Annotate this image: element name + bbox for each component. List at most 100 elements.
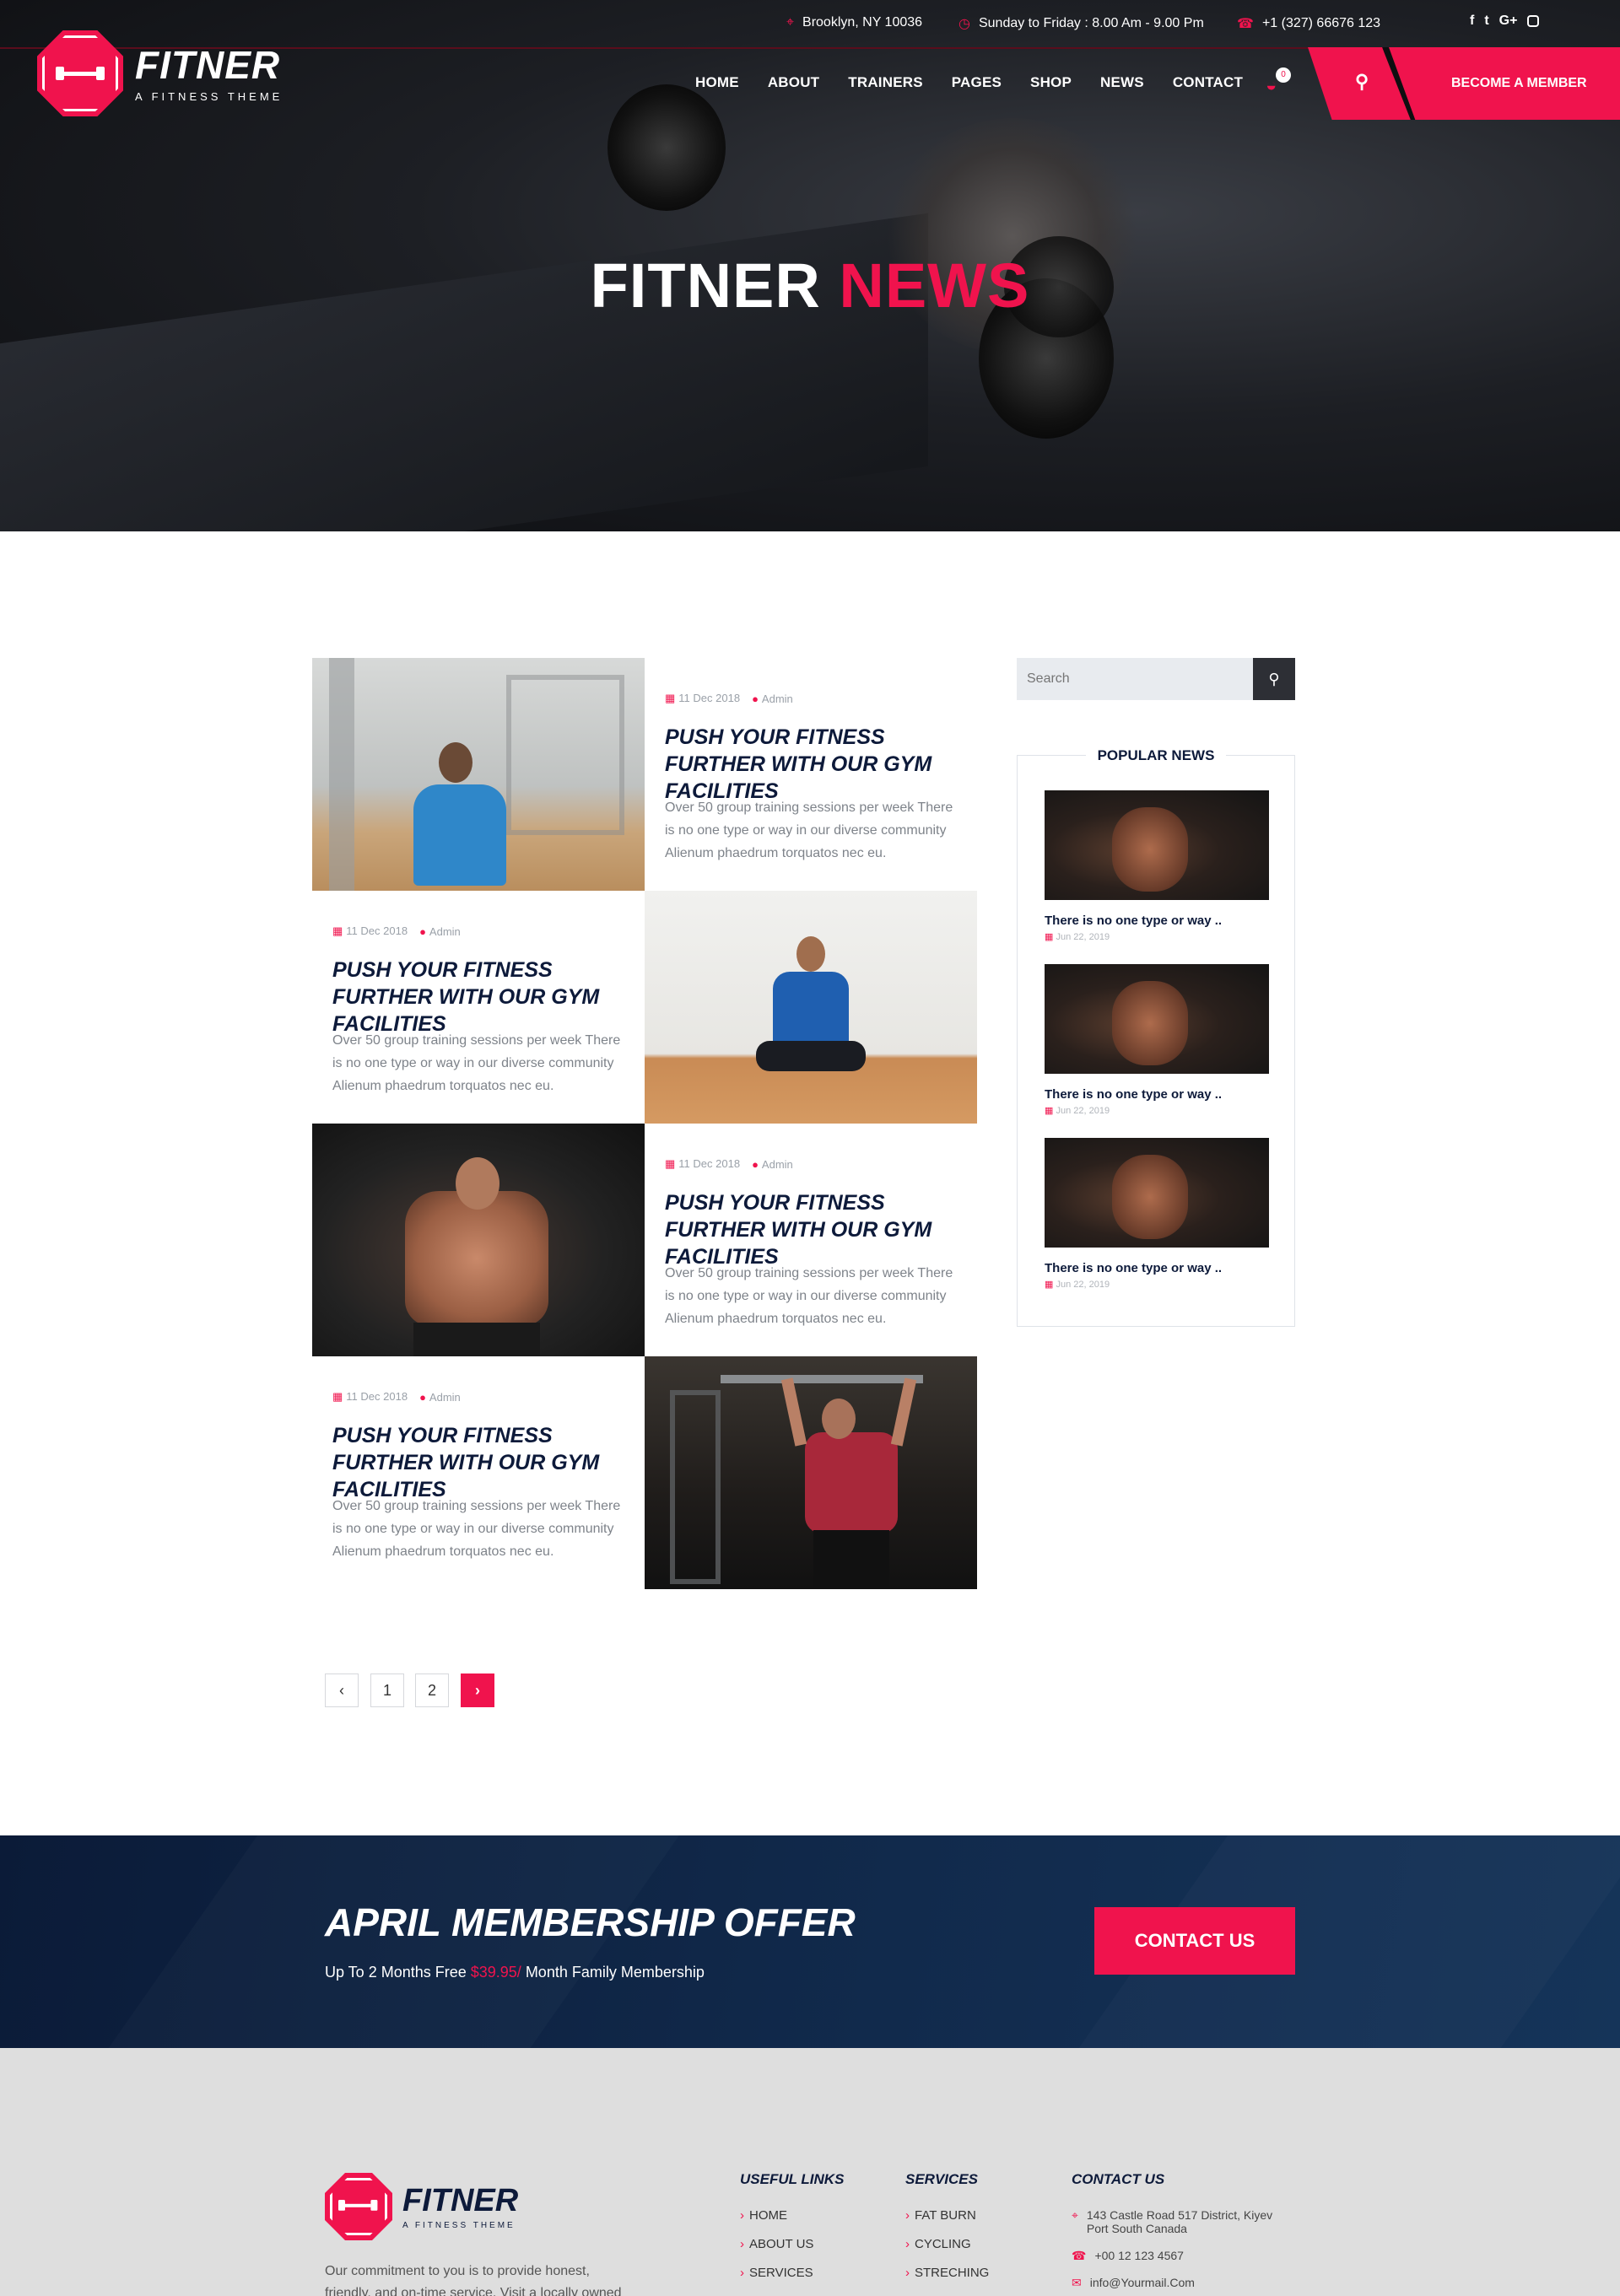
- cart-button[interactable]: ◒ 0: [1266, 67, 1291, 96]
- post-author[interactable]: Admin: [762, 1158, 793, 1171]
- popular-news-image[interactable]: [1045, 790, 1269, 900]
- popular-news-image[interactable]: [1045, 964, 1269, 1074]
- athlete-head: [456, 1157, 500, 1210]
- post-image[interactable]: [645, 891, 977, 1124]
- pagination-prev-button[interactable]: ‹: [325, 1673, 359, 1707]
- address-text: Brooklyn, NY 10036: [802, 15, 923, 30]
- footer-logo-name: FITNER: [402, 2182, 519, 2218]
- post-image[interactable]: [312, 1124, 645, 1356]
- popular-news-item[interactable]: There is no one type or way .. ▦ Jun 22,…: [1045, 790, 1269, 942]
- nav-news[interactable]: NEWS: [1100, 74, 1144, 91]
- post-image[interactable]: [312, 658, 645, 891]
- footer-link-home[interactable]: › HOME: [740, 2208, 844, 2223]
- offer-price: $39.95/: [470, 1964, 521, 1981]
- footer-service-fat-burn[interactable]: › FAT BURN: [905, 2208, 989, 2223]
- popular-news-image[interactable]: [1045, 1138, 1269, 1248]
- map-pin-icon: ⌖: [786, 15, 795, 30]
- search-icon: ⚲: [1355, 71, 1369, 92]
- post-image[interactable]: [645, 1356, 977, 1589]
- calendar-icon: ▦: [665, 692, 676, 704]
- cart-count-badge: 0: [1276, 67, 1291, 83]
- post-date: 11 Dec 2018: [678, 692, 741, 704]
- post-excerpt: Over 50 group training sessions per week…: [665, 800, 953, 860]
- athlete-torso: [805, 1432, 898, 1533]
- popular-news-date: ▦ Jun 22, 2019: [1045, 1280, 1110, 1290]
- post-title[interactable]: PUSH YOUR FITNESS FURTHER WITH OUR GYM F…: [332, 957, 636, 1038]
- nav-contact[interactable]: CONTACT: [1173, 74, 1243, 91]
- cart-icon: ◒: [1266, 74, 1277, 95]
- logo-name: FITNER: [135, 42, 281, 87]
- footer-link-services[interactable]: › SERVICES: [740, 2266, 844, 2280]
- athlete-figure: [413, 784, 506, 886]
- post-date: 11 Dec 2018: [346, 924, 408, 937]
- social-links: f t G+: [1470, 13, 1540, 29]
- site-footer: FITNER A FITNESS THEME Our commitment to…: [0, 2048, 1620, 2296]
- search-input[interactable]: [1017, 658, 1253, 700]
- post-meta: ▦ 11 Dec 2018 ● Admin: [332, 924, 461, 938]
- post-meta: ▦ 11 Dec 2018 ● Admin: [665, 692, 793, 705]
- post-author[interactable]: Admin: [429, 925, 461, 938]
- main-nav: HOME ABOUT TRAINERS PAGES SHOP NEWS CONT…: [695, 74, 1243, 91]
- footer-service-streching[interactable]: › STRECHING: [905, 2266, 989, 2280]
- popular-news-item[interactable]: There is no one type or way .. ▦ Jun 22,…: [1045, 964, 1269, 1116]
- clock-icon: ◷: [958, 17, 970, 31]
- footer-service-cycling[interactable]: › CYCLING: [905, 2237, 989, 2251]
- athlete-head: [822, 1399, 856, 1439]
- athlete-arm: [780, 1377, 807, 1447]
- nav-pages[interactable]: PAGES: [952, 74, 1002, 91]
- contact-column: CONTACT US ⌖ 143 Castle Road 517 District…: [1072, 2171, 1291, 2296]
- post-card: ▦ 11 Dec 2018 ● Admin PUSH YOUR FITNESS FU…: [645, 1124, 977, 1356]
- map-pin-icon: ⌖: [1072, 2208, 1078, 2222]
- site-logo[interactable]: FITNER A FITNESS THEME: [37, 30, 283, 116]
- pagination-next-button[interactable]: ›: [461, 1673, 494, 1707]
- athlete-torso: [405, 1191, 548, 1326]
- post-title[interactable]: PUSH YOUR FITNESS FURTHER WITH OUR GYM F…: [665, 724, 969, 805]
- nav-shop[interactable]: SHOP: [1030, 74, 1072, 91]
- membership-offer-banner: APRIL MEMBERSHIP OFFER Up To 2 Months Fr…: [0, 1835, 1620, 2048]
- post-meta: ▦ 11 Dec 2018 ● Admin: [332, 1390, 461, 1404]
- post-card: ▦ 11 Dec 2018 ● Admin PUSH YOUR FITNESS FU…: [645, 658, 977, 891]
- post-author[interactable]: Admin: [762, 693, 793, 705]
- athlete-head: [796, 936, 825, 972]
- calendar-icon: ▦: [665, 1157, 676, 1170]
- pullup-bar: [721, 1375, 923, 1383]
- chevron-right-icon: ›: [905, 2237, 910, 2251]
- nav-trainers[interactable]: TRAINERS: [848, 74, 923, 91]
- footer-phone[interactable]: ☎ +00 12 123 4567: [1072, 2249, 1291, 2262]
- phone-text[interactable]: +1 (327) 66676 123: [1262, 16, 1380, 31]
- user-icon: ●: [752, 1157, 759, 1171]
- twitter-icon[interactable]: t: [1484, 13, 1488, 29]
- popular-news-item[interactable]: There is no one type or way .. ▦ Jun 22,…: [1045, 1138, 1269, 1290]
- pagination-page-2[interactable]: 2: [415, 1673, 449, 1707]
- popular-news-link[interactable]: There is no one type or way ..: [1045, 914, 1269, 928]
- offer-title: APRIL MEMBERSHIP OFFER: [325, 1900, 856, 1944]
- chevron-right-icon: ›: [905, 2266, 910, 2280]
- become-member-button[interactable]: BECOME A MEMBER: [1382, 47, 1620, 120]
- footer-logo[interactable]: FITNER A FITNESS THEME: [325, 2173, 518, 2240]
- post-card: ▦ 11 Dec 2018 ● Admin PUSH YOUR FITNESS FU…: [312, 1356, 645, 1589]
- nav-home[interactable]: HOME: [695, 74, 739, 91]
- popular-news-link[interactable]: There is no one type or way ..: [1045, 1261, 1269, 1275]
- user-icon: ●: [419, 924, 426, 938]
- user-icon: ●: [419, 1390, 426, 1404]
- instagram-icon[interactable]: [1527, 15, 1540, 27]
- nav-about[interactable]: ABOUT: [768, 74, 819, 91]
- popular-news-link[interactable]: There is no one type or way ..: [1045, 1087, 1269, 1102]
- dumbbell-icon: [56, 67, 105, 80]
- services-title: SERVICES: [905, 2171, 978, 2187]
- footer-email[interactable]: ✉ info@Yourmail.Com: [1072, 2276, 1291, 2289]
- page-title: FITNER NEWS: [0, 250, 1620, 321]
- footer-link-about[interactable]: › ABOUT US: [740, 2237, 844, 2251]
- pagination-page-1[interactable]: 1: [370, 1673, 404, 1707]
- post-excerpt: Over 50 group training sessions per week…: [332, 1033, 621, 1093]
- search-submit-button[interactable]: ⚲: [1253, 658, 1295, 700]
- offer-subtitle: Up To 2 Months Free $39.95/ Month Family…: [325, 1964, 705, 1981]
- facebook-icon[interactable]: f: [1470, 13, 1474, 29]
- post-author[interactable]: Admin: [429, 1391, 461, 1404]
- calendar-icon: ▦: [1045, 932, 1054, 942]
- post-title[interactable]: PUSH YOUR FITNESS FURTHER WITH OUR GYM F…: [665, 1189, 969, 1270]
- contact-us-button[interactable]: CONTACT US: [1094, 1907, 1295, 1975]
- google-plus-icon[interactable]: G+: [1499, 13, 1518, 29]
- calendar-icon: ▦: [332, 924, 343, 937]
- post-title[interactable]: PUSH YOUR FITNESS FURTHER WITH OUR GYM F…: [332, 1422, 636, 1503]
